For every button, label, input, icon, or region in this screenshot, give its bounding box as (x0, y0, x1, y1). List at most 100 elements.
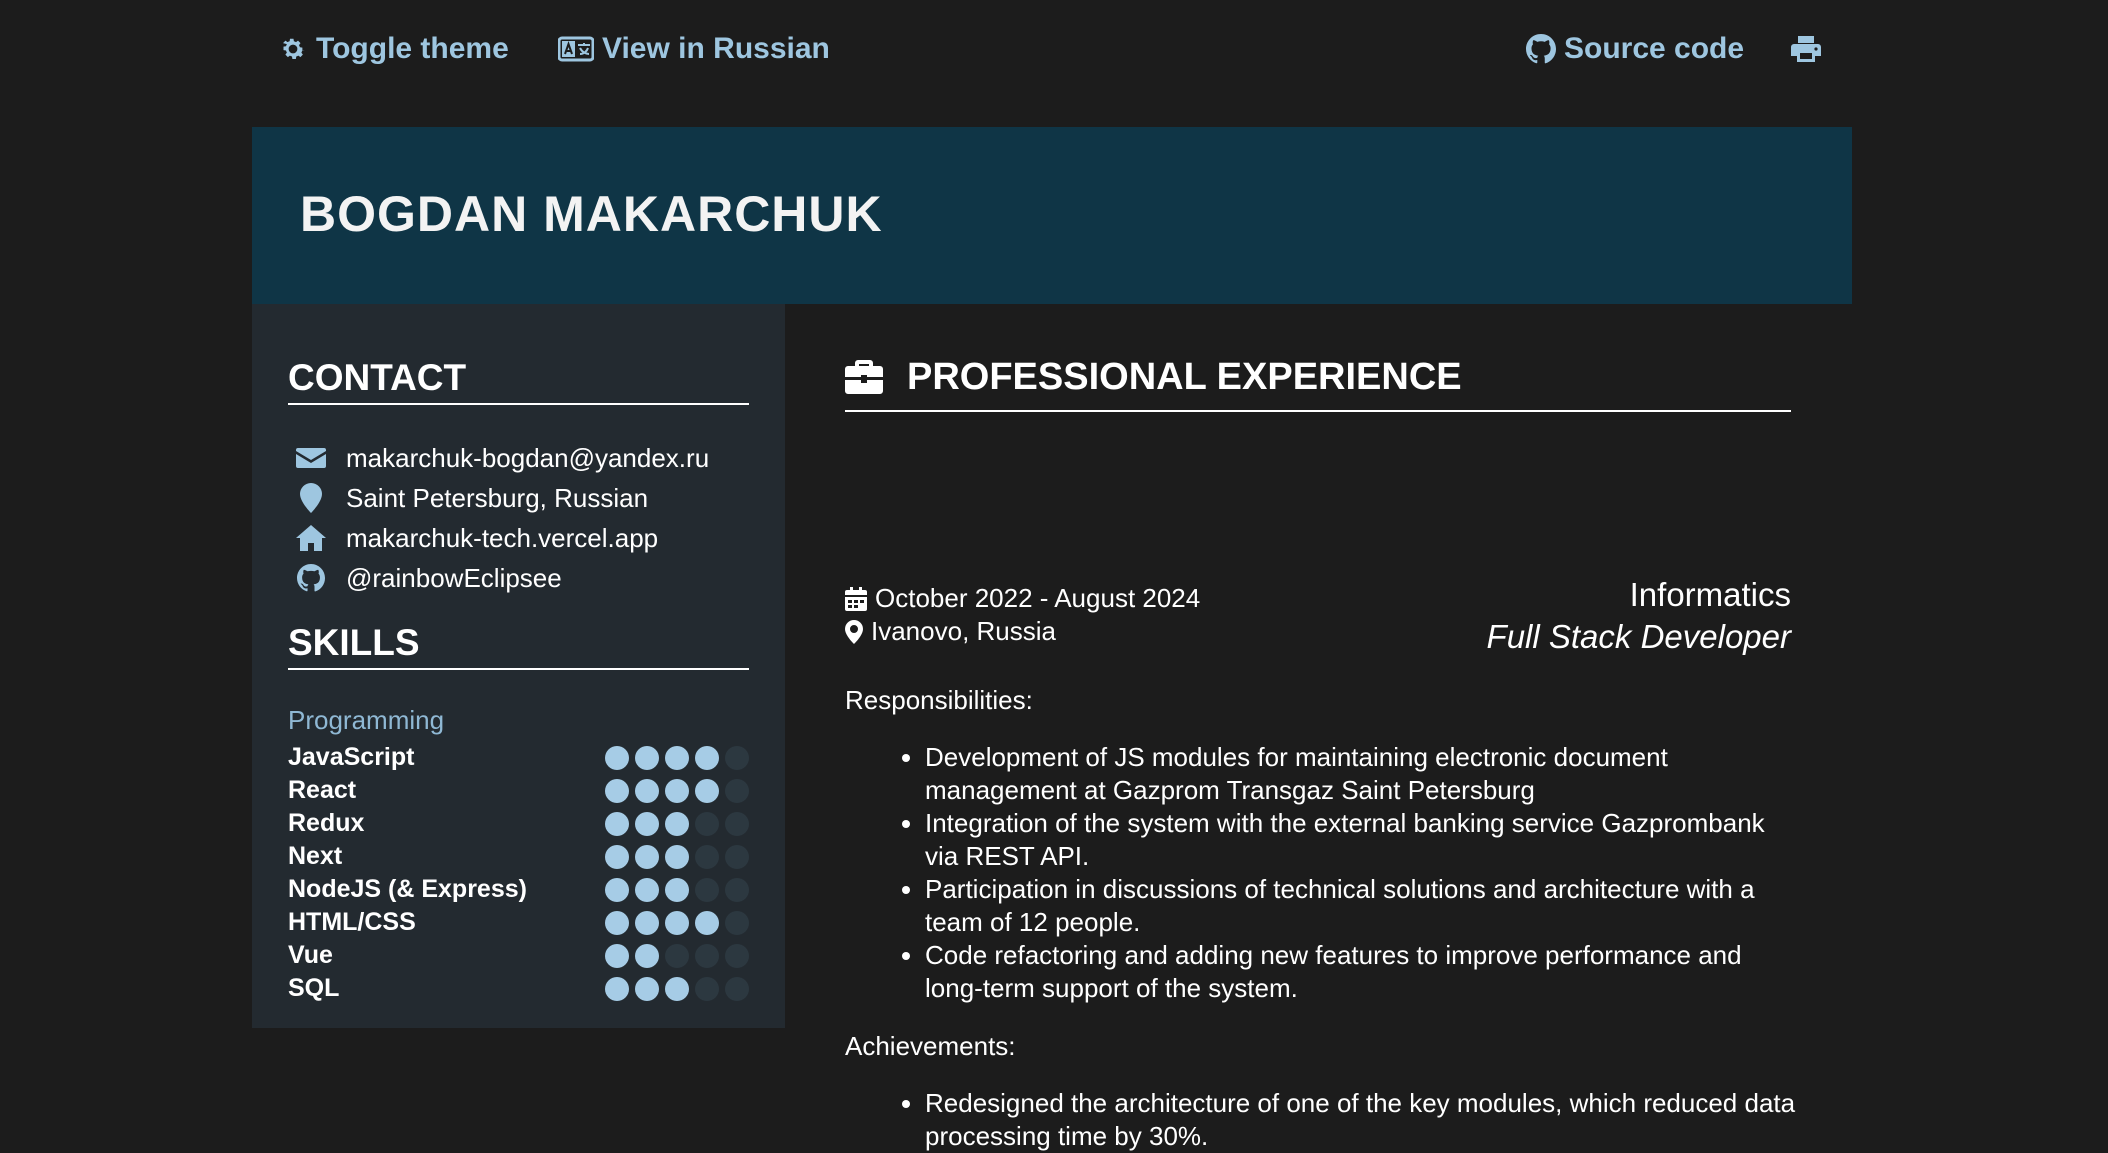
sidebar: CONTACT makarchuk-bogdan@yandex.ru Saint… (252, 304, 785, 1028)
skill-dot-empty (695, 943, 719, 968)
skill-level-dots (605, 745, 749, 770)
skill-name: HTML/CSS (288, 908, 416, 936)
skill-dot-filled (605, 844, 629, 869)
view-in-russian-button[interactable]: View in Russian (558, 26, 830, 72)
contact-email: makarchuk-bogdan@yandex.ru (294, 438, 709, 478)
skill-dot-filled (695, 745, 719, 770)
skill-dot-filled (605, 877, 629, 902)
skill-dot-empty (725, 745, 749, 770)
skills-category-programming: Programming (288, 705, 445, 735)
skill-name: React (288, 776, 357, 804)
skill-dot-filled (665, 778, 689, 803)
main-content: PROFESSIONAL EXPERIENCE October 2022 - A… (785, 304, 1852, 1151)
map-pin-icon (845, 619, 863, 644)
source-code-link[interactable]: Source code (1526, 26, 1744, 72)
skill-dot-empty (725, 943, 749, 968)
skill-dot-filled (665, 910, 689, 935)
toggle-theme-label: Toggle theme (316, 32, 509, 65)
view-in-russian-label: View in Russian (602, 32, 830, 65)
skill-level-dots (605, 811, 749, 836)
skill-name: Redux (288, 809, 365, 837)
skill-dot-empty (695, 877, 719, 902)
resume-header: BOGDAN MAKARCHUK (252, 127, 1852, 304)
skill-level-dots (605, 778, 749, 803)
skill-dot-filled (635, 811, 659, 836)
skill-dot-filled (635, 778, 659, 803)
skill-dot-filled (605, 943, 629, 968)
experience-heading: PROFESSIONAL EXPERIENCE (845, 354, 1791, 412)
list-item: Participation in discussions of technica… (925, 873, 1805, 939)
skill-dot-empty (665, 943, 689, 968)
skill-name: Vue (288, 941, 333, 969)
company-name: Informatics (1629, 576, 1791, 613)
gear-icon (283, 38, 305, 59)
skill-dot-filled (695, 910, 719, 935)
skill-dot-filled (635, 745, 659, 770)
skill-dot-empty (725, 877, 749, 902)
achievements-label: Achievements: (845, 1031, 1016, 1061)
experience-heading-text: PROFESSIONAL EXPERIENCE (907, 356, 1462, 398)
skill-level-dots (605, 844, 749, 869)
skill-name: Next (288, 842, 343, 870)
contact-email-text: makarchuk-bogdan@yandex.ru (346, 442, 710, 473)
skill-dot-filled (635, 877, 659, 902)
top-toolbar: Toggle theme View in Russian Source code (0, 0, 2108, 100)
list-item: Development of JS modules for maintainin… (925, 741, 1805, 807)
skill-level-dots (605, 910, 749, 935)
job-title-block: Informatics Full Stack Developer (1487, 574, 1791, 658)
skill-dot-empty (725, 844, 749, 869)
skill-dot-filled (695, 778, 719, 803)
contact-list: makarchuk-bogdan@yandex.ru Saint Petersb… (294, 438, 709, 598)
home-icon (296, 525, 326, 551)
skill-dot-filled (665, 877, 689, 902)
contact-location: Saint Petersburg, Russian (294, 478, 709, 518)
contact-website: makarchuk-tech.vercel.app (294, 518, 709, 558)
list-item: Code refactoring and adding new features… (925, 939, 1805, 1005)
contact-github: @rainbowEclipsee (294, 558, 709, 598)
skill-dot-filled (635, 844, 659, 869)
skill-level-dots (605, 943, 749, 968)
toggle-theme-button[interactable]: Toggle theme (278, 26, 509, 72)
language-icon (558, 36, 594, 62)
skill-dot-filled (665, 811, 689, 836)
skill-dot-empty (725, 811, 749, 836)
skill-row: SQL (288, 972, 749, 1005)
calendar-icon (845, 586, 867, 611)
person-name: BOGDAN MAKARCHUK (300, 186, 883, 242)
skill-dot-filled (605, 811, 629, 836)
skill-dot-empty (695, 844, 719, 869)
skill-list: JavaScript React Redux Next NodeJS (& Expres… (288, 741, 749, 1005)
skill-dot-filled (605, 910, 629, 935)
skill-level-dots (605, 877, 749, 902)
contact-heading: CONTACT (288, 357, 749, 405)
skill-dot-filled (665, 844, 689, 869)
skills-heading: SKILLS (288, 622, 749, 670)
skill-dot-empty (725, 976, 749, 1001)
skill-dot-filled (605, 976, 629, 1001)
skill-row: Next (288, 840, 749, 873)
skill-dot-empty (695, 811, 719, 836)
contact-location-text: Saint Petersburg, Russian (346, 482, 649, 513)
envelope-icon (296, 448, 326, 468)
job-dates: October 2022 - August 2024 (875, 583, 1201, 613)
skill-name: SQL (288, 974, 340, 1002)
source-code-label: Source code (1564, 32, 1745, 65)
skill-dot-filled (635, 943, 659, 968)
skill-dot-filled (665, 745, 689, 770)
job-meta: October 2022 - August 2024 Ivanovo, Russ… (845, 582, 1200, 648)
github-icon (297, 564, 325, 592)
skill-row: NodeJS (& Express) (288, 873, 749, 906)
skill-dot-filled (635, 976, 659, 1001)
job-location: Ivanovo, Russia (871, 616, 1056, 646)
skill-row: HTML/CSS (288, 906, 749, 939)
skill-dot-filled (635, 910, 659, 935)
print-button[interactable] (1790, 26, 1822, 72)
list-item: Redesigned the architecture of one of th… (925, 1087, 1805, 1153)
skill-level-dots (605, 976, 749, 1001)
printer-icon (1791, 36, 1821, 62)
skill-dot-empty (725, 778, 749, 803)
skill-row: React (288, 774, 749, 807)
skill-dot-filled (665, 976, 689, 1001)
skill-row: JavaScript (288, 741, 749, 774)
responsibilities-label: Responsibilities: (845, 685, 1033, 715)
